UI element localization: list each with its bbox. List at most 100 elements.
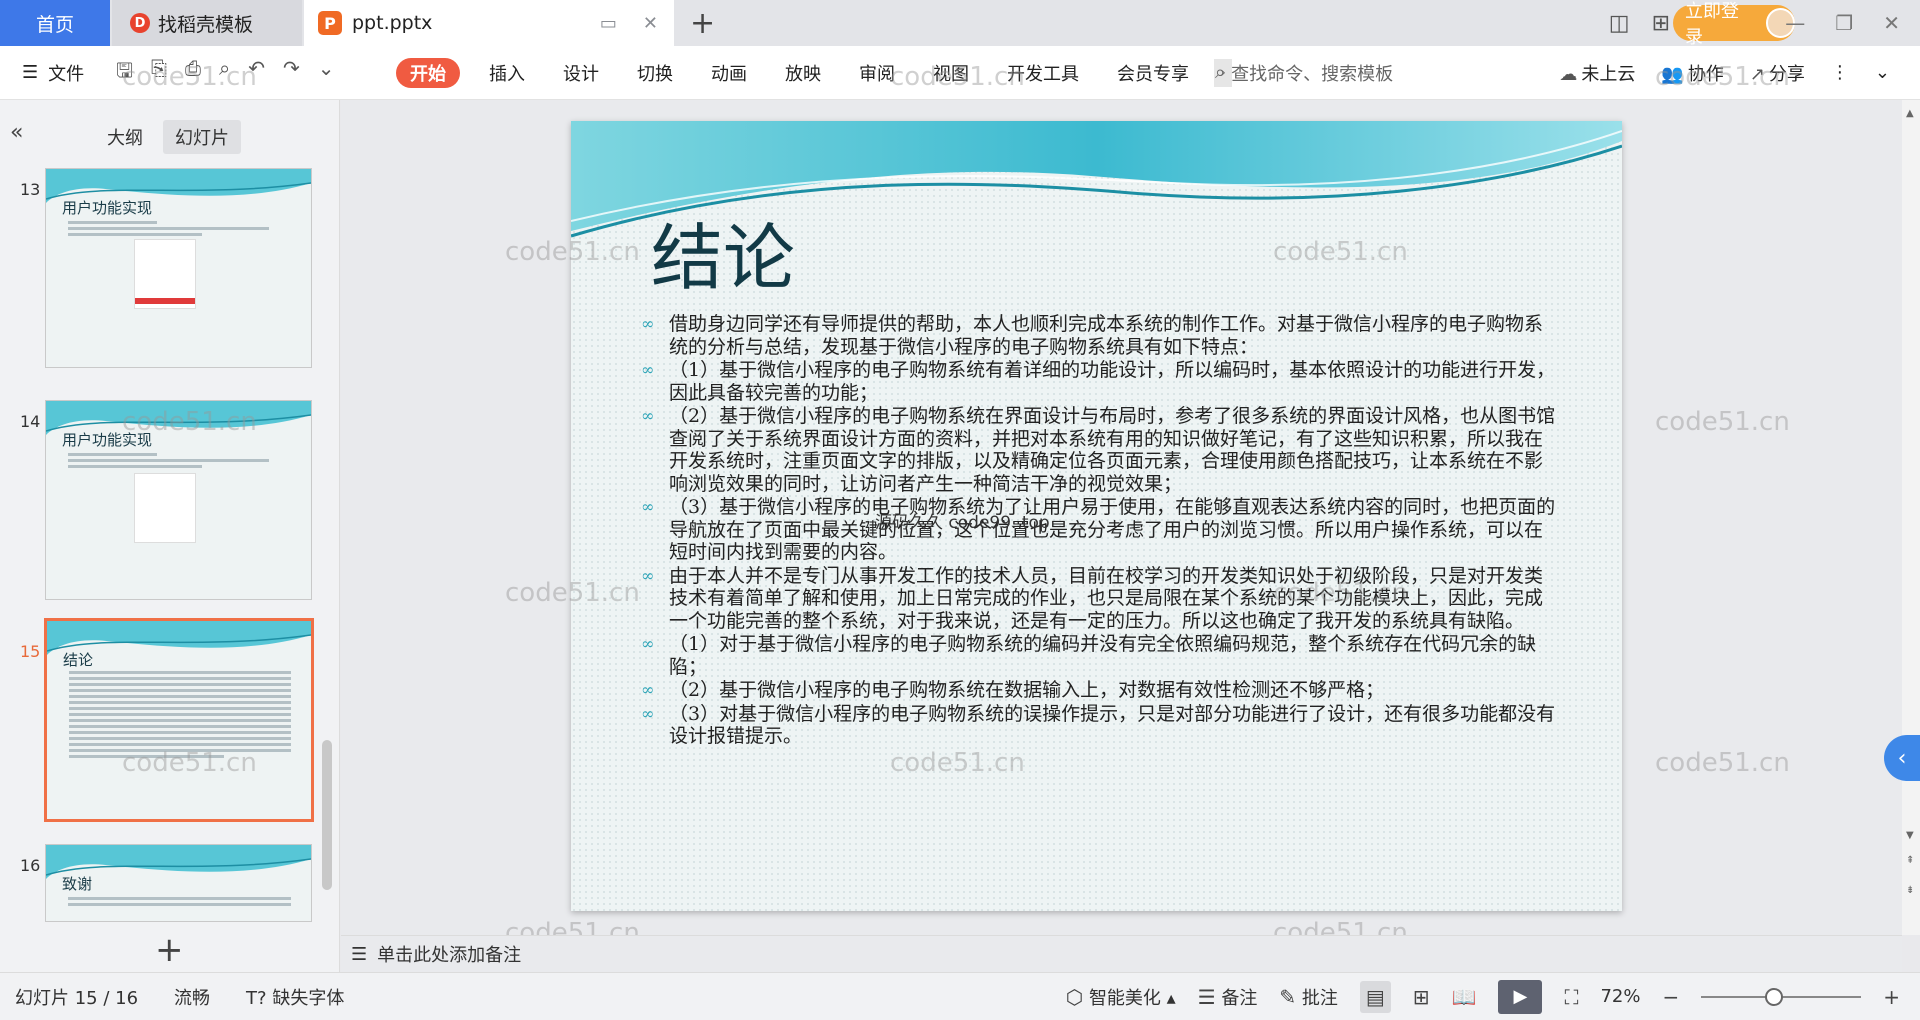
thumb-title: 用户功能实现 <box>62 199 153 217</box>
prev-slide-icon[interactable]: ⇞ <box>1906 855 1914 866</box>
share-button[interactable]: ↗ 分享 <box>1750 60 1805 86</box>
thumb-number: 16 <box>20 856 41 875</box>
tab-home[interactable]: 首页 <box>0 0 110 46</box>
beautify-label: 智能美化 <box>1088 987 1161 1009</box>
tab-slideshow[interactable]: 放映 <box>766 58 840 88</box>
list-item: ∞ （3）基于微信小程序的电子购物系统为了让用户易于使用，在能够直观表达系统内容的… <box>641 496 1561 564</box>
login-button[interactable]: 立即登录 <box>1673 1 1795 48</box>
minimize-icon[interactable]: — <box>1785 11 1805 35</box>
cloud-status-label: 未上云 <box>1581 63 1636 85</box>
layout-icon[interactable]: ◫ <box>1609 11 1630 36</box>
export-icon[interactable]: ⎘ <box>151 56 167 90</box>
next-slide-icon[interactable]: ⇟ <box>1906 885 1914 896</box>
slide-thumbnail[interactable]: 致谢 <box>45 844 312 922</box>
scroll-down-icon[interactable]: ▼ <box>1906 830 1914 841</box>
grid-view-icon[interactable]: ⊞ <box>1413 985 1430 1009</box>
save-icon[interactable]: 🖫 <box>116 56 133 90</box>
thumb-text-lines <box>69 671 291 761</box>
comments-button[interactable]: ✎ 批注 <box>1279 984 1338 1010</box>
beautify-button[interactable]: ⬡ 智能美化 ▴ <box>1066 984 1176 1010</box>
zoom-out-icon[interactable]: − <box>1662 985 1679 1009</box>
tab-docer[interactable]: D 找稻壳模板 <box>112 0 302 46</box>
canvas-scrollbar[interactable]: ▲ ▼ ⇞ ⇟ <box>1902 100 1920 935</box>
collab-button[interactable]: 👥 协作 <box>1661 60 1723 86</box>
zoom-slider[interactable] <box>1701 987 1862 1006</box>
chevron-down-icon[interactable]: ⌄ <box>318 56 335 90</box>
tab-document-label: ppt.pptx <box>352 12 433 34</box>
print-icon[interactable]: ⎙ <box>185 56 201 90</box>
new-tab-button[interactable]: + <box>690 6 715 41</box>
tab-review[interactable]: 审阅 <box>840 58 914 88</box>
scroll-up-icon[interactable]: ▲ <box>1906 108 1914 119</box>
normal-view-icon[interactable]: ▤ <box>1359 980 1391 1013</box>
font-icon: T? <box>246 987 267 1009</box>
navigator-scrollbar[interactable] <box>322 740 332 890</box>
tab-outline[interactable]: 大纲 <box>95 120 155 154</box>
bullet-text: 借助身边同学还有导师提供的帮助，本人也顺利完成本系统的制作工作。对基于微信小程序… <box>669 313 1544 358</box>
slide-thumbnail[interactable]: 用户功能实现 <box>45 400 312 600</box>
slideshow-play-button[interactable]: ▶ <box>1498 979 1543 1014</box>
list-item: ∞ 由于本人并不是专门从事开发工作的技术人员，目前在校学习的开发类知识处于初级阶段… <box>641 565 1561 633</box>
thumb-text-lines <box>68 453 291 471</box>
restore-icon[interactable]: ❐ <box>1835 11 1853 35</box>
play-icon: ▶ <box>1513 986 1528 1007</box>
notes-button[interactable]: ☰ 备注 <box>1198 984 1258 1010</box>
tab-animations[interactable]: 动画 <box>692 58 766 88</box>
notes-area[interactable]: ☰ 单击此处添加备注 <box>341 935 1902 972</box>
tab-design[interactable]: 设计 <box>544 58 618 88</box>
undo-icon[interactable]: ↶ <box>248 56 265 90</box>
smooth-mode[interactable]: 流畅 <box>174 984 210 1010</box>
thumb-title: 结论 <box>63 651 94 669</box>
tab-member[interactable]: 会员专享 <box>1098 58 1208 88</box>
more-options-icon[interactable]: ⋮ <box>1831 62 1849 83</box>
tab-start[interactable]: 开始 <box>396 57 460 88</box>
missing-font-label: 缺失字体 <box>272 987 345 1009</box>
cloud-status-button[interactable]: ☁ 未上云 <box>1559 60 1635 86</box>
tab-document[interactable]: P ppt.pptx ▭ ✕ <box>304 0 674 46</box>
zoom-in-icon[interactable]: + <box>1883 985 1900 1009</box>
bullet-icon: ∞ <box>641 680 655 699</box>
ribbon-right-actions: ☁ 未上云 👥 协作 ↗ 分享 ⋮ ⌄ <box>1559 60 1890 86</box>
hamburger-icon: ☰ <box>22 62 39 83</box>
missing-font-button[interactable]: T? 缺失字体 <box>246 984 344 1010</box>
list-item: ∞ （1）基于微信小程序的电子购物系统有着详细的功能设计，所以编码时，基本依照设计… <box>641 359 1561 404</box>
tab-insert[interactable]: 插入 <box>470 58 544 88</box>
command-search[interactable]: ⌕ 查找命令、搜索模板 <box>1215 60 1393 86</box>
tab-bar: 首页 D 找稻壳模板 P ppt.pptx ▭ ✕ + ◫ ⊞ 立即登录 — ❐… <box>0 0 1920 48</box>
tab-developer[interactable]: 开发工具 <box>988 58 1098 88</box>
monitor-icon[interactable]: ▭ <box>600 13 617 34</box>
notes-toggle-icon: ☰ <box>1197 984 1216 1009</box>
close-tab-icon[interactable]: ✕ <box>643 13 658 34</box>
print-preview-icon[interactable]: ⌕ <box>219 56 230 90</box>
add-slide-button[interactable]: + <box>155 930 184 970</box>
slide-thumbnail[interactable]: 用户功能实现 <box>45 168 312 368</box>
thumb-title: 用户功能实现 <box>62 431 153 449</box>
list-item: ∞ （1）对于基于微信小程序的电子购物系统的编码并没有完全依照编码规范，整个系统存… <box>641 633 1561 678</box>
tab-slides[interactable]: 幻灯片 <box>163 120 241 154</box>
bullet-icon: ∞ <box>641 360 655 379</box>
close-window-icon[interactable]: ✕ <box>1883 11 1900 35</box>
collapse-panel-icon[interactable]: « <box>10 120 23 145</box>
apps-grid-icon[interactable]: ⊞ <box>1652 11 1670 36</box>
slide-navigator: « 大纲 幻灯片 13 用户功能实现 14 用户功能实现 15 结论 16 致谢… <box>0 100 340 972</box>
presentation-logo-icon: P <box>318 11 342 35</box>
chevron-left-icon: ‹ <box>1897 745 1907 771</box>
collapse-ribbon-icon[interactable]: ⌄ <box>1875 62 1890 83</box>
slide-body[interactable]: ∞ 借助身边同学还有导师提供的帮助，本人也顺利完成本系统的制作工作。对基于微信小程… <box>641 313 1561 749</box>
slide-thumbnail-selected[interactable]: 结论 <box>44 618 314 822</box>
slide-title[interactable]: 结论 <box>651 199 795 304</box>
tab-transitions[interactable]: 切换 <box>618 58 692 88</box>
ribbon-tabs: 开始 插入 设计 切换 动画 放映 审阅 视图 开发工具 会员专享 › <box>396 57 1232 88</box>
file-menu-button[interactable]: ☰ 文件 <box>22 60 84 86</box>
reading-view-icon[interactable]: 📖 <box>1452 985 1477 1009</box>
redo-icon[interactable]: ↷ <box>283 56 300 90</box>
collab-label: 协作 <box>1687 63 1724 85</box>
fit-window-icon[interactable]: ⛶ <box>1564 985 1578 1009</box>
zoom-slider-knob[interactable] <box>1765 987 1784 1006</box>
current-slide[interactable]: 结论 ∞ 借助身边同学还有导师提供的帮助，本人也顺利完成本系统的制作工作。对基于微… <box>571 121 1622 911</box>
thumb-phone-image <box>134 239 196 309</box>
zoom-level[interactable]: 72% <box>1600 986 1640 1007</box>
bullet-icon: ∞ <box>641 406 655 425</box>
bullet-text: （1）基于微信小程序的电子购物系统有着详细的功能设计，所以编码时，基本依照设计的… <box>669 359 1556 404</box>
tab-view[interactable]: 视图 <box>914 58 988 88</box>
